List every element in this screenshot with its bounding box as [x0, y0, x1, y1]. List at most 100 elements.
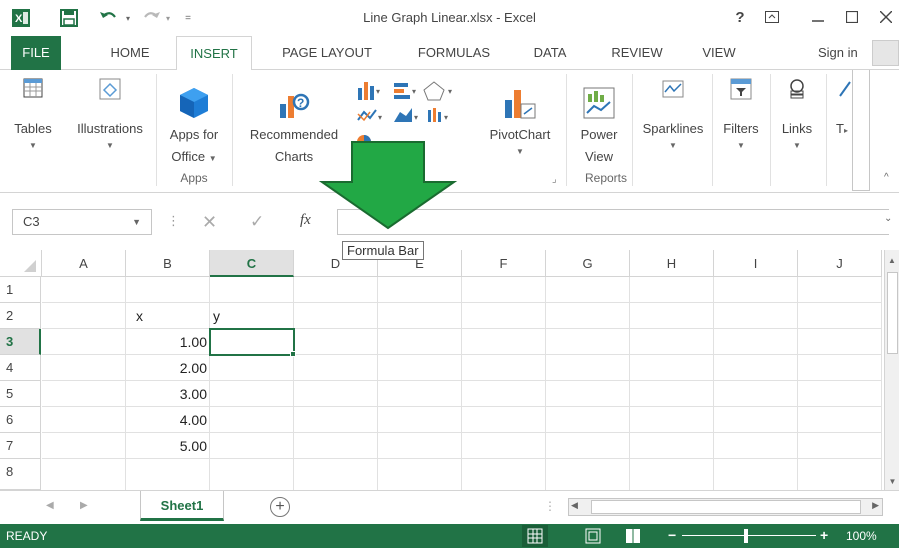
sparklines-label: Sparklines: [642, 121, 704, 136]
cell-b7[interactable]: 5.00: [126, 433, 210, 459]
column-header-j[interactable]: J: [798, 250, 882, 277]
collapse-ribbon-icon[interactable]: ^: [884, 172, 889, 183]
tab-home[interactable]: HOME: [95, 36, 165, 70]
scroll-right-icon[interactable]: ▶: [872, 500, 879, 511]
illustrations-button[interactable]: Illustrations ▼: [66, 78, 154, 152]
cancel-entry-icon[interactable]: ✕: [202, 212, 217, 233]
vertical-scrollbar[interactable]: ▲ ▼: [884, 250, 899, 490]
radar-chart-icon[interactable]: ▾: [423, 81, 452, 101]
tab-split-grip-icon[interactable]: ⋮: [544, 499, 556, 513]
illustrations-label: Illustrations: [77, 121, 143, 136]
tab-formulas[interactable]: FORMULAS: [405, 36, 503, 70]
cell-c2[interactable]: y: [210, 303, 294, 329]
sparklines-button[interactable]: Sparklines ▼: [636, 78, 710, 152]
vertical-scroll-thumb[interactable]: [887, 272, 898, 354]
filters-label: Filters: [723, 121, 759, 136]
sparklines-icon: [662, 78, 684, 100]
power-view-label-2: View: [585, 149, 613, 164]
scroll-left-icon[interactable]: ◀: [571, 500, 578, 511]
new-sheet-button[interactable]: +: [270, 497, 290, 517]
minimize-button[interactable]: [806, 6, 830, 28]
row-header-7[interactable]: 7: [0, 433, 41, 459]
fill-handle[interactable]: [290, 351, 296, 357]
cell-b4[interactable]: 2.00: [126, 355, 210, 381]
stock-chart-icon[interactable]: ▾: [428, 108, 448, 122]
area-chart-icon[interactable]: ▾: [394, 108, 418, 122]
ribbon-display-options-button[interactable]: [760, 6, 784, 28]
tab-insert[interactable]: INSERT: [176, 36, 252, 71]
insert-function-button[interactable]: fx: [300, 212, 311, 229]
row-header-1[interactable]: 1: [0, 277, 41, 303]
row-header-2[interactable]: 2: [0, 303, 41, 329]
ribbon-tabs: FILE HOME INSERT PAGE LAYOUT FORMULAS DA…: [0, 36, 899, 71]
page-break-view-button[interactable]: [620, 525, 646, 547]
power-view-button[interactable]: Power View: [570, 78, 628, 168]
normal-view-button[interactable]: [522, 525, 548, 547]
bar-chart-icon[interactable]: ▾: [394, 83, 416, 99]
row-header-8[interactable]: 8: [0, 459, 41, 490]
charts-dialog-launcher-icon[interactable]: ⌟: [552, 174, 557, 185]
horizontal-scroll-thumb[interactable]: [591, 500, 861, 514]
svg-text:▾: ▾: [378, 113, 382, 122]
cell-b2[interactable]: x: [126, 303, 210, 329]
ribbon-scrollbar[interactable]: [852, 70, 870, 191]
row-header-3[interactable]: 3: [0, 329, 41, 355]
illustrations-dropdown-icon: ▼: [106, 141, 114, 150]
tab-page-layout[interactable]: PAGE LAYOUT: [268, 36, 386, 70]
tab-review[interactable]: REVIEW: [600, 36, 674, 70]
selected-cell-c3[interactable]: [209, 328, 295, 356]
link-icon: [786, 78, 808, 100]
zoom-out-button[interactable]: −: [668, 527, 676, 543]
name-box-dropdown-icon[interactable]: ▼: [132, 210, 141, 234]
zoom-slider-thumb[interactable]: [744, 529, 748, 543]
tables-button[interactable]: Tables ▼: [10, 78, 56, 152]
svg-text:▾: ▾: [376, 87, 380, 96]
row-header-6[interactable]: 6: [0, 407, 41, 433]
column-header-f[interactable]: F: [462, 250, 546, 277]
help-button[interactable]: ?: [728, 6, 752, 28]
column-header-g[interactable]: G: [546, 250, 630, 277]
sheet-next-icon[interactable]: ▶: [80, 500, 88, 511]
expand-formula-bar-icon[interactable]: ⌄: [884, 213, 892, 224]
maximize-button[interactable]: [840, 6, 864, 28]
cell-b3[interactable]: 1.00: [126, 329, 210, 355]
scroll-up-icon[interactable]: ▲: [885, 256, 899, 265]
horizontal-scrollbar[interactable]: ◀ ▶: [568, 498, 883, 516]
tab-file[interactable]: FILE: [11, 36, 61, 70]
tab-view[interactable]: VIEW: [692, 36, 746, 70]
scroll-down-icon[interactable]: ▼: [885, 477, 899, 486]
select-all-corner[interactable]: [0, 250, 42, 277]
filters-button[interactable]: Filters ▼: [716, 78, 766, 152]
column-header-b[interactable]: B: [126, 250, 210, 277]
links-button[interactable]: Links ▼: [774, 78, 820, 152]
zoom-level[interactable]: 100%: [846, 529, 877, 543]
column-header-a[interactable]: A: [42, 250, 126, 277]
group-separator: [712, 74, 713, 186]
pivotchart-button[interactable]: PivotChart ▼: [478, 78, 562, 158]
column-header-c[interactable]: C: [210, 250, 294, 277]
apps-for-office-button[interactable]: Apps for Office ▼: [160, 78, 228, 168]
sheet-tab-sheet1[interactable]: Sheet1: [140, 491, 224, 521]
column-header-i[interactable]: I: [714, 250, 798, 277]
power-view-icon: [582, 86, 616, 120]
cell-b5[interactable]: 3.00: [126, 381, 210, 407]
zoom-slider[interactable]: [682, 535, 816, 536]
line-chart-icon[interactable]: ▾: [357, 109, 382, 122]
enter-check-icon[interactable]: ✓: [250, 212, 264, 232]
close-button[interactable]: [874, 6, 898, 28]
column-header-h[interactable]: H: [630, 250, 714, 277]
status-bar: READY − + 100%: [0, 524, 899, 548]
svg-text:▾: ▾: [412, 87, 416, 96]
row-header-4[interactable]: 4: [0, 355, 41, 381]
page-layout-view-button[interactable]: [580, 525, 606, 547]
row-header-5[interactable]: 5: [0, 381, 41, 407]
zoom-in-button[interactable]: +: [820, 527, 828, 543]
name-box[interactable]: C3 ▼: [12, 209, 152, 235]
cell-b6[interactable]: 4.00: [126, 407, 210, 433]
sheet-tab-bar: ◀ ▶ Sheet1 + ⋮ ◀ ▶: [0, 490, 899, 524]
column-chart-icon[interactable]: ▾: [358, 82, 380, 100]
sheet-prev-icon[interactable]: ◀: [46, 500, 54, 511]
tab-data[interactable]: DATA: [520, 36, 580, 70]
sign-in-link[interactable]: Sign in: [818, 36, 858, 70]
account-avatar[interactable]: [872, 40, 899, 66]
